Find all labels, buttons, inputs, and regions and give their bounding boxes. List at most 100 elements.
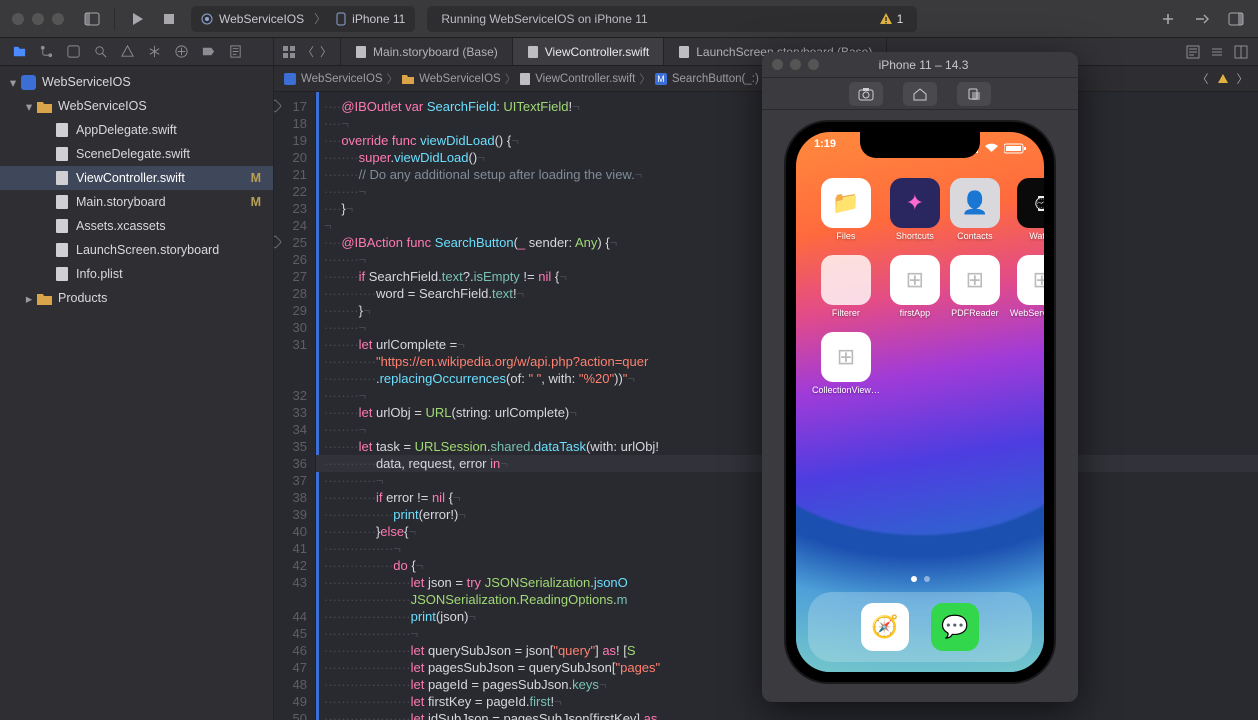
file-icon [678,46,690,58]
file-row[interactable]: AppDelegate.swift [0,118,273,142]
app-icon-collectionview…[interactable]: ⊞CollectionView… [812,332,880,395]
target-icon [201,13,213,25]
scheme-selector[interactable]: WebServiceIOS 〉 iPhone 11 [191,6,415,32]
close-icon[interactable] [772,59,783,70]
chevron-right-icon[interactable]: ▸ [22,291,36,306]
project-navigator-icon[interactable] [10,43,28,61]
app-icon-pdfreader[interactable]: ⊞PDFReader [950,255,1000,318]
products-group[interactable]: ▸ Products [0,286,273,310]
jump-back-icon[interactable]: 〈 [1197,71,1209,87]
app-icon-filterer[interactable]: Filterer [812,255,880,318]
stop-button[interactable] [159,9,179,29]
device-frame: 1:19 📁Files✦Shortcuts👤Contacts⌚︎WatchFil… [786,122,1054,682]
toggle-navigator-icon[interactable] [82,9,102,29]
dock-app-safari[interactable]: 🧭 [861,603,909,651]
dock-app-messages[interactable]: 💬 [931,603,979,651]
related-items-icon[interactable] [282,45,296,59]
scheme-target: WebServiceIOS [219,12,304,26]
app-icon-shortcuts[interactable]: ✦Shortcuts [890,178,940,241]
nav-back-icon[interactable]: 〈 [302,43,314,60]
group-row[interactable]: ▾ WebServiceIOS [0,94,273,118]
app-icon-watch[interactable]: ⌚︎Watch [1010,178,1044,241]
file-row[interactable]: Info.plist [0,262,273,286]
zoom-icon[interactable] [808,59,819,70]
swift-file-icon [520,73,530,85]
simulator-traffic-lights[interactable] [772,59,819,70]
project-navigator: ▾ WebServiceIOS ▾ WebServiceIOS AppDeleg… [0,66,274,720]
test-navigator-icon[interactable] [145,43,163,61]
device-screen[interactable]: 1:19 📁Files✦Shortcuts👤Contacts⌚︎WatchFil… [796,132,1044,672]
find-navigator-icon[interactable] [91,43,109,61]
home-screen-apps: 📁Files✦Shortcuts👤Contacts ⌚︎Watch Filterer… [796,178,1044,395]
minimize-icon[interactable] [790,59,801,70]
file-icon [54,266,70,282]
close-window-icon[interactable] [12,13,24,25]
minimap-icon[interactable] [1186,45,1200,59]
app-icon-firstapp[interactable]: ⊞firstApp [890,255,940,318]
svg-text:M: M [657,74,665,84]
modified-badge: M [251,195,265,209]
symbol-navigator-icon[interactable] [64,43,82,61]
file-row[interactable]: ViewController.swiftM [0,166,273,190]
toggle-inspectors-icon[interactable] [1226,9,1246,29]
breakpoint-navigator-icon[interactable] [199,43,217,61]
file-icon [54,218,70,234]
page-indicator[interactable] [796,576,1044,582]
editor-tab[interactable]: ViewController.swift [513,38,664,65]
library-add-icon[interactable] [1158,9,1178,29]
chevron-down-icon[interactable]: ▾ [6,75,20,90]
issue-navigator-icon[interactable] [118,43,136,61]
warnings-badge[interactable]: 1 [879,12,904,26]
wifi-icon [984,143,999,153]
app-icon-contacts[interactable]: 👤Contacts [950,178,1000,241]
minimize-window-icon[interactable] [32,13,44,25]
adjust-editor-icon[interactable] [1210,45,1224,59]
project-root[interactable]: ▾ WebServiceIOS [0,70,273,94]
file-icon [54,146,70,162]
folder-icon [36,290,52,306]
simulator-toolbar [762,78,1078,110]
rotate-button[interactable] [957,82,991,106]
window-traffic-lights[interactable] [12,13,64,25]
navigator-selector [0,38,274,65]
file-icon [54,170,70,186]
xcodeproj-icon [20,74,36,90]
code-review-icon[interactable] [1192,9,1212,29]
device-notch [860,132,980,158]
window-toolbar: WebServiceIOS 〉 iPhone 11 Running WebSer… [0,0,1258,38]
activity-status[interactable]: Running WebServiceIOS on iPhone 11 1 [427,6,917,32]
simulator-window[interactable]: iPhone 11 – 14.3 1:19 📁Files✦Shortcuts👤C… [762,52,1078,702]
home-button[interactable] [903,82,937,106]
dock: 🧭💬 [808,592,1032,662]
warning-icon[interactable] [1217,73,1229,85]
group-name: WebServiceIOS [58,99,147,113]
screenshot-button[interactable] [849,82,883,106]
file-icon [355,46,367,58]
app-icon-webserviceios[interactable]: ⊞WebServiceIOS [1010,255,1044,318]
report-navigator-icon[interactable] [226,43,244,61]
file-row[interactable]: LaunchScreen.storyboard [0,238,273,262]
line-gutter[interactable]: 1718192021222324252627282930313233343536… [274,92,316,720]
status-text: Running WebServiceIOS on iPhone 11 [441,12,647,26]
modified-badge: M [251,171,265,185]
file-row[interactable]: SceneDelegate.swift [0,142,273,166]
source-control-navigator-icon[interactable] [37,43,55,61]
device-icon [336,12,346,26]
file-row[interactable]: Main.storyboardM [0,190,273,214]
jump-forward-icon[interactable]: 〉 [1237,71,1249,87]
folder-icon [36,98,52,114]
debug-navigator-icon[interactable] [172,43,190,61]
battery-icon [1004,143,1026,154]
nav-forward-icon[interactable]: 〉 [320,43,332,60]
warning-count: 1 [897,12,904,26]
products-label: Products [58,291,107,305]
simulator-titlebar[interactable]: iPhone 11 – 14.3 [762,52,1078,78]
file-icon [54,242,70,258]
chevron-down-icon[interactable]: ▾ [22,99,36,114]
add-editor-icon[interactable] [1234,45,1248,59]
file-row[interactable]: Assets.xcassets [0,214,273,238]
zoom-window-icon[interactable] [52,13,64,25]
app-icon-files[interactable]: 📁Files [812,178,880,241]
run-button[interactable] [127,9,147,29]
editor-tab[interactable]: Main.storyboard (Base) [341,38,513,65]
